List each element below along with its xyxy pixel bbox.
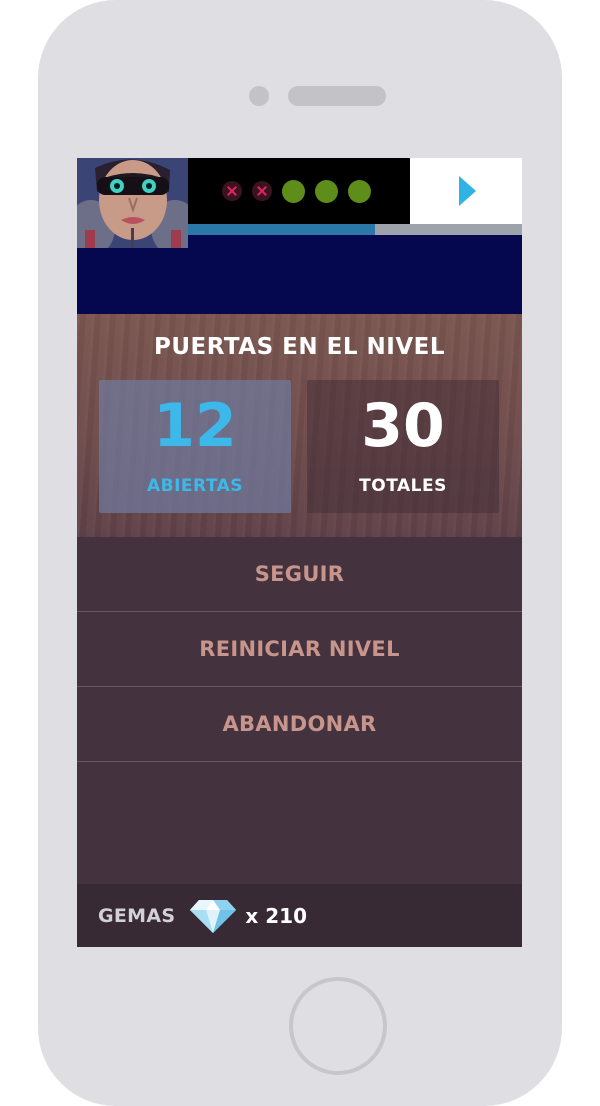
gems-count: x 210 bbox=[245, 903, 307, 928]
phone-frame: PUERTAS EN EL NIVEL 12 ABIERTAS 30 TOTAL… bbox=[38, 0, 562, 1106]
top-banner bbox=[77, 158, 522, 314]
failed-attempt-icon bbox=[222, 181, 242, 201]
doors-title: PUERTAS EN EL NIVEL bbox=[153, 334, 445, 360]
total-doors-label: TOTALES bbox=[359, 476, 447, 496]
character-portrait bbox=[77, 158, 188, 248]
quit-button[interactable]: ABANDONAR bbox=[77, 687, 522, 762]
home-button[interactable] bbox=[289, 977, 387, 1075]
diamond-icon bbox=[190, 899, 237, 933]
game-screen: PUERTAS EN EL NIVEL 12 ABIERTAS 30 TOTAL… bbox=[77, 158, 522, 947]
earpiece-speaker bbox=[288, 86, 386, 106]
level-progress-fill bbox=[188, 224, 376, 235]
level-progress-bar bbox=[188, 224, 522, 235]
character-portrait-image bbox=[77, 158, 188, 248]
remaining-attempt-icon bbox=[315, 179, 338, 203]
restart-level-button[interactable]: REINICIAR NIVEL bbox=[77, 612, 522, 687]
open-doors-label: ABIERTAS bbox=[146, 476, 244, 496]
pause-menu: SEGUIR REINICIAR NIVEL ABANDONAR bbox=[77, 537, 522, 762]
remaining-attempt-icon bbox=[348, 179, 371, 203]
gems-label: GEMAS bbox=[98, 904, 176, 927]
total-doors-box: 30 TOTALES bbox=[307, 380, 499, 513]
play-button[interactable] bbox=[410, 158, 522, 224]
doors-panel: PUERTAS EN EL NIVEL 12 ABIERTAS 30 TOTAL… bbox=[77, 314, 522, 537]
open-doors-count: 12 bbox=[153, 391, 237, 461]
open-doors-box: 12 ABIERTAS bbox=[99, 380, 291, 513]
failed-attempt-icon bbox=[252, 181, 272, 201]
front-camera bbox=[249, 86, 269, 106]
total-doors-count: 30 bbox=[361, 391, 445, 461]
remaining-attempt-icon bbox=[282, 179, 305, 203]
attempts-indicator bbox=[188, 158, 410, 224]
gems-footer: GEMAS x 210 bbox=[77, 884, 522, 947]
play-icon bbox=[459, 176, 476, 206]
continue-button[interactable]: SEGUIR bbox=[77, 537, 522, 612]
